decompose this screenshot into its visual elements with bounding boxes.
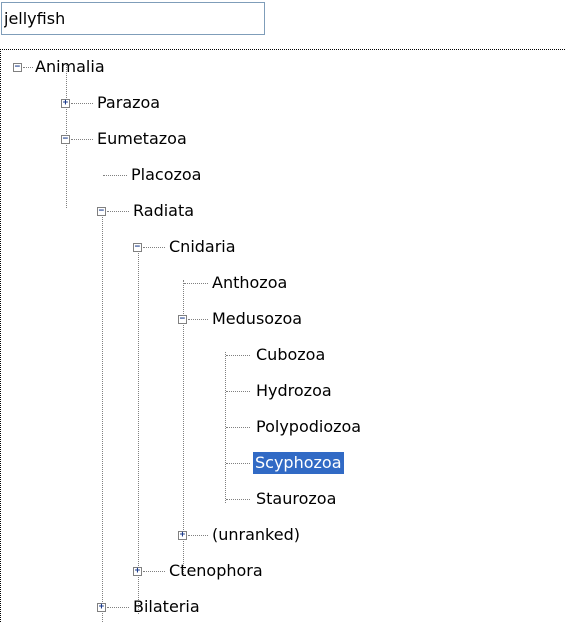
taxonomy-tree[interactable]: − + − − − − + + + Animalia Parazoa Eumet… — [0, 49, 566, 622]
tree-node-label[interactable]: Ctenophora — [167, 560, 265, 582]
collapse-icon[interactable]: − — [97, 207, 106, 216]
expand-icon[interactable]: + — [97, 603, 106, 612]
tree-connector — [226, 427, 250, 428]
tree-node-label[interactable]: Parazoa — [95, 92, 162, 114]
tree-connector — [143, 247, 165, 248]
expand-icon[interactable]: + — [178, 531, 187, 540]
collapse-icon[interactable]: − — [133, 243, 142, 252]
tree-node-label[interactable]: (unranked) — [210, 524, 302, 546]
tree-node-label[interactable]: Medusozoa — [210, 308, 304, 330]
tree-node-label[interactable]: Anthozoa — [210, 272, 289, 294]
tree-connector — [226, 391, 250, 392]
tree-node-label[interactable]: Hydrozoa — [254, 380, 334, 402]
tree-node-label[interactable]: Staurozoa — [254, 488, 338, 510]
tree-node-label[interactable]: Eumetazoa — [95, 128, 189, 150]
tree-connector — [71, 139, 93, 140]
tree-connector — [226, 463, 250, 464]
tree-connector — [138, 244, 139, 614]
expand-icon[interactable]: + — [61, 99, 70, 108]
tree-node-label[interactable]: Placozoa — [129, 164, 203, 186]
search-input[interactable] — [1, 2, 265, 35]
tree-connector — [107, 607, 129, 608]
tree-connector — [103, 175, 127, 176]
tree-node-label[interactable]: Animalia — [33, 56, 107, 78]
collapse-icon[interactable]: − — [13, 63, 22, 72]
tree-connector — [188, 535, 208, 536]
tree-connector — [143, 571, 165, 572]
tree-node-label-selected[interactable]: Scyphozoa — [253, 452, 344, 474]
tree-connector — [188, 319, 208, 320]
tree-node-label[interactable]: Cubozoa — [254, 344, 327, 366]
expand-icon[interactable]: + — [133, 567, 142, 576]
collapse-icon[interactable]: − — [178, 315, 187, 324]
tree-connector — [226, 355, 250, 356]
tree-node-label[interactable]: Cnidaria — [167, 236, 238, 258]
tree-node-label[interactable]: Radiata — [131, 200, 196, 222]
tree-connector — [23, 67, 33, 68]
tree-node-label[interactable]: Polypodiozoa — [254, 416, 363, 438]
tree-connector — [102, 208, 103, 622]
tree-connector — [226, 499, 250, 500]
tree-node-label[interactable]: Bilateria — [131, 596, 202, 618]
tree-connector — [184, 283, 208, 284]
tree-connector — [71, 103, 93, 104]
tree-connector — [107, 211, 129, 212]
collapse-icon[interactable]: − — [61, 135, 70, 144]
